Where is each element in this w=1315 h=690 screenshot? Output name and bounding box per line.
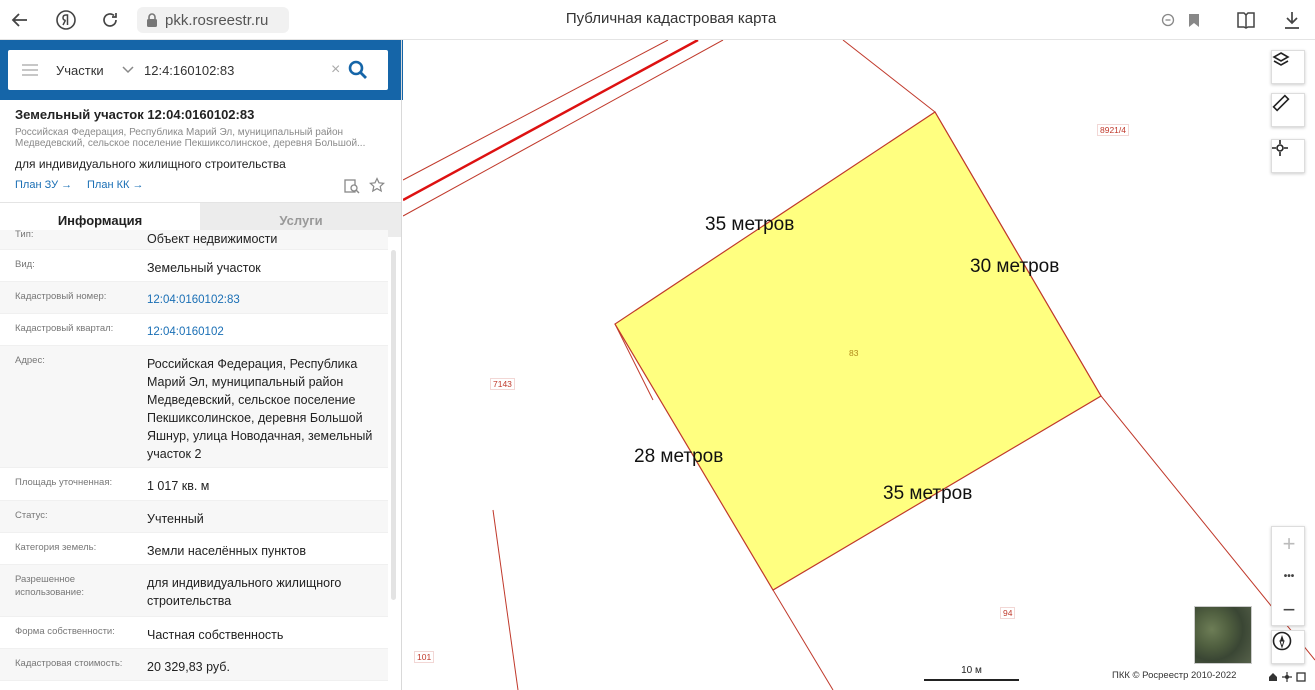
info-row-cadastral-value: Кадастровая стоимость: 20 329,83 руб.: [0, 649, 388, 681]
info-table: Тип: Объект недвижимости Вид: Земельный …: [0, 229, 388, 681]
copyright-text: ПКК © Росреестр 2010-2022: [1112, 670, 1237, 681]
measure-tool-button[interactable]: [1271, 93, 1305, 127]
crosshair-icon: [1272, 140, 1288, 156]
browser-toolbar: pkk.rosreestr.ru Публичная кадастровая к…: [0, 0, 1315, 40]
bookmark-icon[interactable]: [1182, 8, 1206, 32]
boundary-line: [842, 40, 936, 113]
page-title: Публичная кадастровая карта: [565, 10, 777, 27]
cadastral-quarter-link[interactable]: 12:04:0160102: [147, 314, 388, 349]
parcel-label-101[interactable]: 101: [414, 651, 435, 663]
compass-button[interactable]: [1271, 630, 1305, 664]
download-icon[interactable]: [1280, 8, 1304, 32]
road-edge: [403, 40, 724, 217]
info-row-ownership: Форма собственности: Частная собственнос…: [0, 617, 388, 649]
road-edge: [403, 40, 669, 181]
info-row-cadastral-number: Кадастровый номер: 12:04:0160102:83: [0, 282, 388, 314]
parcel-label-7143[interactable]: 7143: [490, 378, 515, 390]
layers-icon: [1272, 52, 1290, 66]
locate-button[interactable]: [1271, 139, 1305, 173]
measure-left: 28 метров: [634, 446, 724, 467]
measure-bottom: 35 метров: [883, 483, 973, 504]
info-row-kind: Вид: Земельный участок: [0, 250, 388, 282]
panel-scrollbar[interactable]: [391, 250, 396, 600]
info-row-land-category: Категория земель: Земли населённых пункт…: [0, 533, 388, 565]
clear-icon[interactable]: ×: [331, 61, 340, 79]
zoom-out-button[interactable]: −: [1272, 593, 1306, 626]
map-canvas[interactable]: 8921/4 7143 83 94 101 35 метров 30 метро…: [403, 40, 1315, 690]
info-row-type: Тип: Объект недвижимости: [0, 229, 388, 250]
parcel-label-83[interactable]: 83: [847, 348, 860, 358]
plan-kk-link[interactable]: План КК →: [87, 179, 143, 191]
info-panel: Участки 12:4:160102:83 × Земельный участ…: [0, 40, 402, 690]
card-purpose: для индивидуального жилищного строительс…: [15, 157, 286, 171]
basemap-thumbnail[interactable]: [1194, 606, 1252, 664]
parcel-label-8921[interactable]: 8921/4: [1097, 124, 1129, 136]
search-bar: Участки 12:4:160102:83 ×: [0, 40, 401, 100]
scale-bar: 10 м: [924, 665, 1019, 681]
zoom-more-button[interactable]: •••: [1272, 560, 1306, 593]
info-row-permitted-use: Разрешенное использование: для индивидуа…: [0, 565, 388, 617]
info-row-cadastral-quarter: Кадастровый квартал: 12:04:0160102: [0, 314, 388, 346]
zoom-in-button[interactable]: +: [1272, 527, 1306, 560]
measure-top: 35 метров: [705, 214, 795, 235]
search-input[interactable]: 12:4:160102:83: [144, 63, 329, 78]
plan-zu-link[interactable]: План ЗУ →: [15, 179, 72, 191]
search-box: Участки 12:4:160102:83 ×: [8, 50, 388, 90]
map-parcels: [403, 40, 1315, 690]
reader-icon[interactable]: [1234, 8, 1258, 32]
compass-icon: [1272, 631, 1292, 651]
zoom-controls: + ••• −: [1271, 526, 1305, 626]
info-row-address: Адрес: Российская Федерация, Республика …: [0, 346, 388, 468]
boundary-line: [492, 509, 519, 690]
info-row-status: Статус: Учтенный: [0, 501, 388, 533]
search-type-select[interactable]: Участки: [56, 63, 116, 78]
boundary-line: [772, 589, 834, 690]
home-icon[interactable]: [1268, 672, 1278, 682]
cadastral-number-link[interactable]: 12:04:0160102:83: [147, 282, 388, 317]
card-title: Земельный участок 12:04:0160102:83: [15, 107, 255, 122]
chevron-down-icon[interactable]: [122, 66, 134, 74]
measure-right: 30 метров: [970, 256, 1060, 277]
star-icon[interactable]: [369, 177, 385, 193]
zoom-icon[interactable]: [1156, 8, 1180, 32]
parcel-label-94[interactable]: 94: [1000, 607, 1016, 619]
road-line: [403, 40, 699, 202]
card-address: Российская Федерация, Республика Марий Э…: [15, 127, 366, 149]
ruler-icon: [1272, 94, 1290, 112]
info-row-area: Площадь уточненная: 1 017 кв. м: [0, 468, 388, 501]
menu-icon[interactable]: [22, 64, 38, 76]
search-document-icon[interactable]: [344, 178, 360, 194]
search-icon[interactable]: [348, 60, 368, 80]
layers-button[interactable]: [1271, 50, 1305, 84]
fullscreen-icon[interactable]: [1296, 672, 1306, 682]
locate-small-icon[interactable]: [1282, 672, 1292, 682]
